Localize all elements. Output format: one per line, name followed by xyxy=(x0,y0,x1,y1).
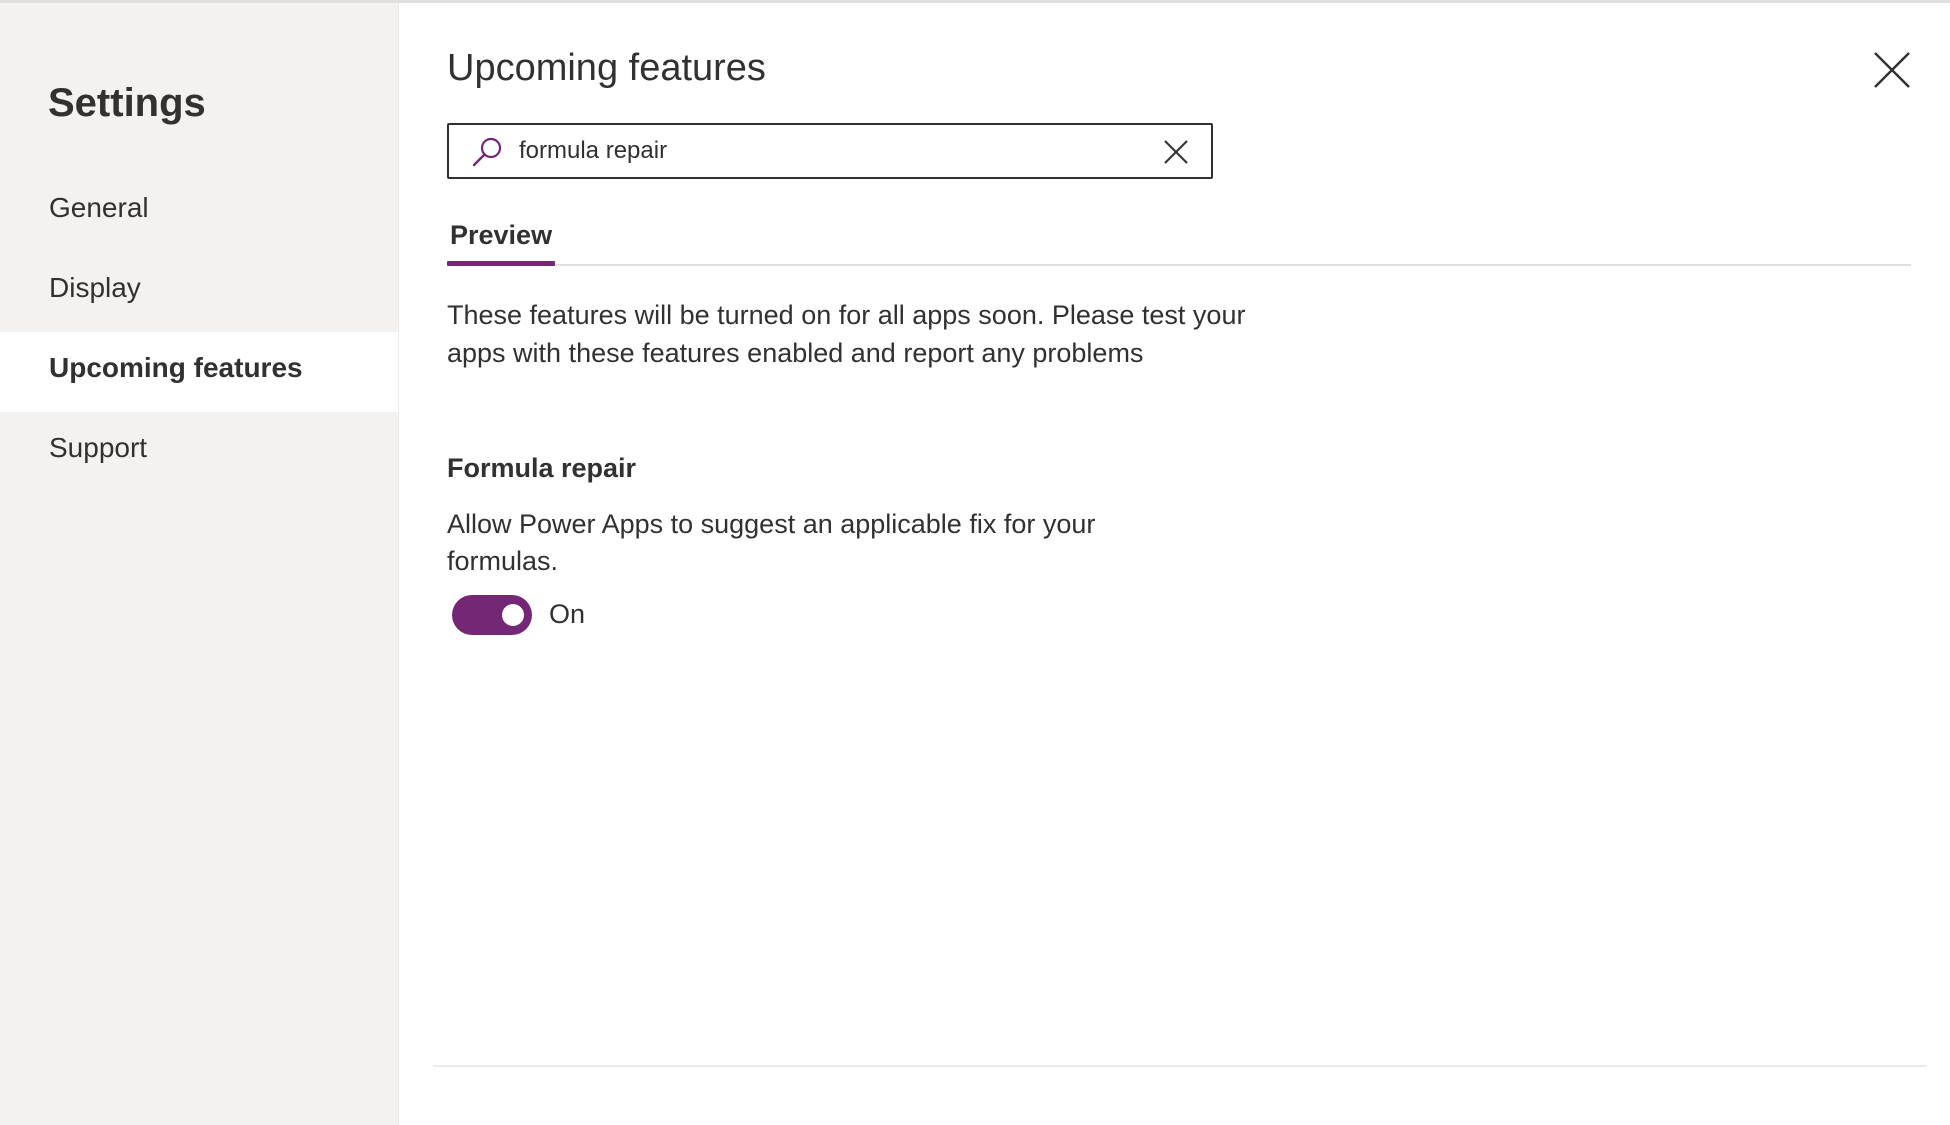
tab-label: Preview xyxy=(450,220,553,250)
sidebar-item-general[interactable]: General xyxy=(0,172,398,252)
clear-icon xyxy=(1164,140,1188,164)
tab-bar: Preview xyxy=(447,211,1911,266)
toggle-state-label: On xyxy=(549,599,586,629)
sidebar-item-label: Support xyxy=(49,432,148,463)
sidebar-item-support[interactable]: Support xyxy=(0,412,398,492)
feature-description: Allow Power Apps to suggest an applicabl… xyxy=(447,509,1096,576)
settings-sidebar: Settings General Display Upcoming featur… xyxy=(0,3,399,1125)
toggle-knob xyxy=(502,604,524,626)
page-title: Upcoming features xyxy=(447,47,766,89)
sidebar-item-upcoming-features[interactable]: Upcoming features xyxy=(0,332,398,412)
search-box xyxy=(447,123,1213,179)
sidebar-item-label: Display xyxy=(49,272,141,303)
footer-divider xyxy=(433,1065,1927,1067)
tab-selected-indicator xyxy=(447,261,556,266)
close-button[interactable] xyxy=(1869,47,1915,93)
close-icon xyxy=(1874,52,1910,88)
sidebar-item-label: General xyxy=(49,192,149,223)
clear-search-button[interactable] xyxy=(1161,137,1191,167)
feature-title: Formula repair xyxy=(447,453,637,483)
settings-main-panel: Upcoming features Preview These features… xyxy=(399,3,1950,1125)
formula-repair-toggle[interactable] xyxy=(452,595,532,635)
tab-preview[interactable]: Preview xyxy=(447,211,556,266)
sidebar-item-display[interactable]: Display xyxy=(0,252,398,332)
sidebar-item-label: Upcoming features xyxy=(49,352,303,383)
section-description: These features will be turned on for all… xyxy=(447,300,1246,368)
search-icon xyxy=(472,137,502,167)
sidebar-title: Settings xyxy=(48,81,206,125)
search-input[interactable] xyxy=(519,131,1119,171)
